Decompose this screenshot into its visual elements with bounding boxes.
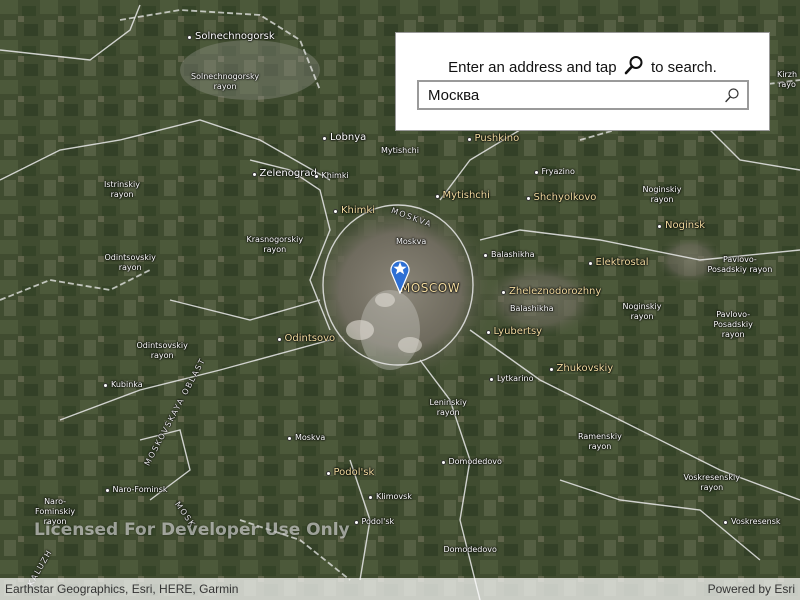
map-label-krasnogorsky: Krasnogorskiy rayon (246, 235, 304, 254)
search-instructions: Enter an address and tap to search. (396, 55, 769, 76)
map-label-zheleznodorozhny: Zheleznodorozhny (509, 286, 602, 297)
city-dot (325, 471, 331, 476)
magnifier-icon (624, 56, 643, 75)
developer-watermark: Licensed For Developer Use Only (34, 520, 350, 540)
city-dot (251, 172, 257, 177)
city-dot (104, 488, 110, 493)
instructions-before: Enter an address and tap (448, 59, 617, 76)
map-label-noginsk: Noginsk (665, 220, 706, 231)
map-label-voskresensky: Voskresenskiy rayon (683, 473, 741, 492)
city-dot (276, 337, 282, 342)
city-dot (587, 261, 593, 266)
map-label-odintsovsky-2: Odintsovskiy rayon (136, 341, 188, 360)
city-dot (723, 520, 728, 525)
map-label-moskva-sw: Moskva (295, 433, 326, 442)
city-dot (489, 377, 494, 382)
map-label-pushkino: Pushkino (474, 133, 520, 144)
map-label-solnechnogorsky-rayon: Solnechnogorsky rayon (191, 72, 260, 91)
city-dot (353, 520, 359, 525)
city-dot (483, 253, 488, 258)
map-label-naro-fominsk: Naro-Fominsk (112, 485, 168, 494)
attribution-bar: Earthstar Geographics, Esri, HERE, Garmi… (0, 578, 800, 600)
city-dot (501, 290, 506, 295)
city-dot (657, 224, 662, 229)
map-label-fryazino: Fryazino (541, 167, 575, 176)
map-label-istrinsky-rayon: Istrinskiy rayon (104, 180, 141, 199)
city-dot (322, 136, 327, 141)
map-label-balashikha: Balashikha (491, 250, 535, 259)
city-dot (525, 196, 531, 201)
map-label-voskresensk: Voskresensk (731, 517, 781, 526)
search-box[interactable] (417, 80, 749, 110)
map-label-lobnya: Lobnya (330, 132, 367, 143)
powered-by-esri[interactable]: Powered by Esri (708, 582, 795, 596)
city-dot (313, 174, 319, 179)
search-panel: Enter an address and tap to search. (395, 32, 770, 131)
city-dot (466, 137, 472, 142)
map-label-leninsky: Leninskiy rayon (429, 398, 467, 417)
city-dot (187, 35, 192, 40)
search-icon (725, 88, 739, 103)
map-label-balashikha-2: Balashikha (510, 304, 554, 313)
search-input[interactable] (419, 82, 719, 108)
map-label-podolsk-2: Podol'sk (361, 517, 395, 526)
map-label-pavlovo-2: Pavlovo- Posadskiy rayon (713, 310, 753, 339)
city-dot (533, 170, 539, 175)
city-dot (440, 460, 446, 465)
map-label-zhukovsky: Zhukovskiy (556, 363, 614, 374)
map-label-mytishchi-small: Mytishchi (381, 146, 419, 155)
map-label-elektrostal: Elektrostal (595, 257, 649, 268)
map-label-zelenograd: Zelenograd (259, 168, 317, 179)
city-dot (287, 436, 292, 441)
map-label-odintsovo: Odintsovo (284, 333, 336, 344)
map-label-lyubertsy: Lyubertsy (493, 326, 543, 337)
city-dot (333, 209, 338, 214)
attribution-text: Earthstar Geographics, Esri, HERE, Garmi… (5, 582, 239, 596)
city-dot (368, 495, 373, 500)
search-button[interactable] (723, 87, 741, 105)
map-label-kirzha: Kirzh rayo (777, 70, 798, 89)
instructions-after: to search. (650, 59, 717, 76)
city-dot (103, 383, 108, 388)
map-label-moskva-small: Moskva (396, 237, 427, 246)
map-label-kubinka: Kubinka (111, 380, 143, 389)
map-label-odintsovsky-rayon: Odintsovskiy rayon (104, 253, 156, 272)
map-label-noginsky-rayon: Noginskiy rayon (642, 185, 682, 204)
map-label-shchyolkovo: Shchyolkovo (533, 192, 597, 203)
map-label-mytishchi: Mytishchi (442, 190, 490, 201)
map-label-ramensky: Ramenskiy rayon (578, 432, 622, 451)
map-label-khimki: Khimki (341, 205, 375, 216)
map-label-podolsk: Podol'sk (333, 467, 375, 478)
map-pin-star-icon[interactable] (390, 258, 410, 294)
map-label-domodedovo-2: Domodedovo (443, 545, 497, 554)
city-dot (434, 194, 440, 199)
map-label-khimki-small: Khimki (321, 171, 349, 180)
map-label-klimovsk: Klimovsk (376, 492, 412, 501)
city-dot (485, 330, 491, 335)
map-label-solnechnogorsk: Solnechnogorsk (195, 31, 275, 42)
city-dot (548, 367, 554, 372)
map-label-pavlovo-1: Pavlovo- Posadskiy rayon (707, 255, 773, 274)
map-label-domodedovo-1: Domodedovo (448, 457, 502, 466)
map-label-lytkarino: Lytkarino (497, 374, 534, 383)
map-label-noginsky-rayon-2: Noginskiy rayon (622, 302, 662, 321)
